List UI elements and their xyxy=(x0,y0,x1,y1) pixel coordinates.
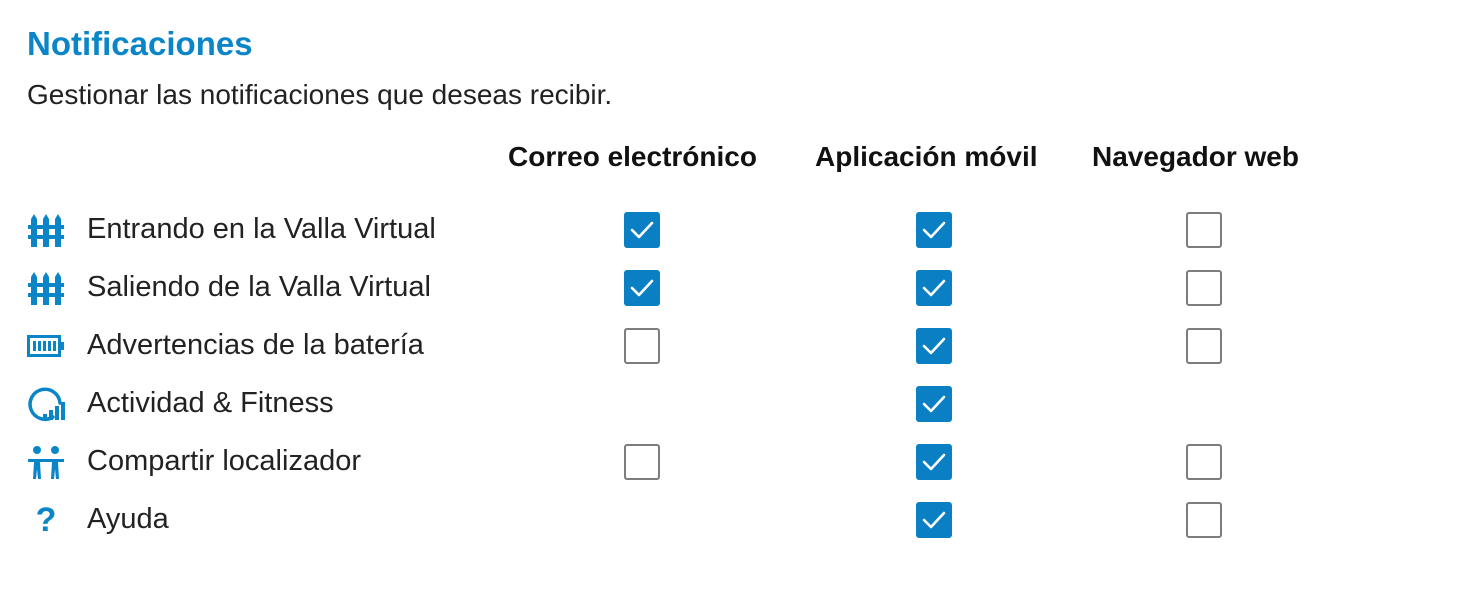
mobile-app-checkbox[interactable] xyxy=(916,444,952,480)
check-icon xyxy=(922,395,946,413)
web-browser-checkbox[interactable] xyxy=(1186,444,1222,480)
row-label: Compartir localizador xyxy=(87,445,361,477)
check-icon xyxy=(922,511,946,529)
mobile-app-checkbox[interactable] xyxy=(916,270,952,306)
notification-row-geofence-enter: Entrando en la Valla Virtual xyxy=(0,201,1466,259)
mobile-app-checkbox[interactable] xyxy=(916,502,952,538)
mobile-app-checkbox[interactable] xyxy=(916,328,952,364)
web-browser-checkbox[interactable] xyxy=(1186,212,1222,248)
web-browser-checkbox[interactable] xyxy=(1186,270,1222,306)
row-label: Entrando en la Valla Virtual xyxy=(87,213,436,245)
column-header-mobile-app: Aplicación móvil xyxy=(815,141,1038,172)
check-icon xyxy=(922,453,946,471)
battery-icon xyxy=(27,328,65,364)
check-icon xyxy=(630,279,654,297)
check-icon xyxy=(922,337,946,355)
column-header-email: Correo electrónico xyxy=(508,141,757,172)
page-title: Notificaciones xyxy=(27,25,253,62)
check-icon xyxy=(630,221,654,239)
activity-gauge-icon xyxy=(27,386,65,422)
check-icon xyxy=(922,279,946,297)
people-share-icon xyxy=(27,444,65,480)
fence-icon xyxy=(27,270,65,306)
row-label: Ayuda xyxy=(87,503,169,535)
email-checkbox[interactable] xyxy=(624,444,660,480)
email-checkbox[interactable] xyxy=(624,212,660,248)
row-label: Advertencias de la batería xyxy=(87,329,424,361)
email-checkbox[interactable] xyxy=(624,328,660,364)
web-browser-checkbox[interactable] xyxy=(1186,328,1222,364)
email-checkbox[interactable] xyxy=(624,270,660,306)
notification-row-battery-warnings: Advertencias de la batería xyxy=(0,317,1466,375)
mobile-app-checkbox[interactable] xyxy=(916,386,952,422)
web-browser-checkbox[interactable] xyxy=(1186,502,1222,538)
question-icon: ? xyxy=(35,501,57,539)
notification-row-activity-fitness: Actividad & Fitness xyxy=(0,375,1466,433)
notification-row-share-locator: Compartir localizador xyxy=(0,433,1466,491)
row-label: Actividad & Fitness xyxy=(87,387,334,419)
notifications-panel: Notificaciones Gestionar las notificacio… xyxy=(0,0,1466,614)
check-icon xyxy=(922,221,946,239)
fence-icon xyxy=(27,212,65,248)
page-subtitle: Gestionar las notificaciones que deseas … xyxy=(27,79,613,110)
notification-row-geofence-exit: Saliendo de la Valla Virtual xyxy=(0,259,1466,317)
notification-row-help: ? Ayuda xyxy=(0,491,1466,549)
column-header-web-browser: Navegador web xyxy=(1092,141,1299,172)
mobile-app-checkbox[interactable] xyxy=(916,212,952,248)
row-label: Saliendo de la Valla Virtual xyxy=(87,271,431,303)
